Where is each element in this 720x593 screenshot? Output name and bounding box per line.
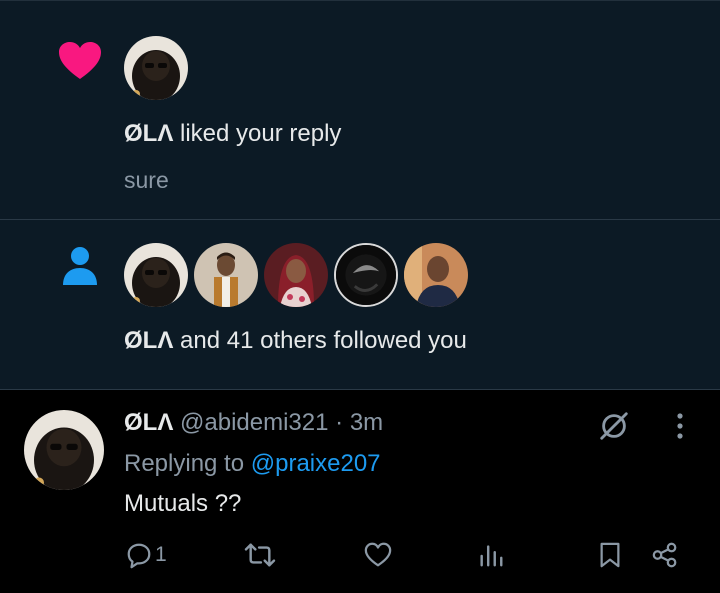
like-notification[interactable]: ØLΛ liked your reply sure: [0, 0, 720, 219]
replying-to-label: Replying to: [124, 450, 245, 477]
replying-to-handle[interactable]: @praixe207: [251, 450, 381, 477]
like-action-text: liked your reply: [180, 120, 342, 147]
reply-icon[interactable]: [124, 540, 154, 570]
tweet-display-name[interactable]: ØLΛ: [124, 409, 173, 436]
follower-avatar-5[interactable]: [404, 243, 468, 307]
tweet-handle[interactable]: @abidemi321: [180, 409, 328, 436]
follow-action-text: and 41 others followed you: [180, 327, 467, 354]
follow-notification-text: ØLΛ and 41 others followed you: [124, 326, 467, 356]
follower-avatar-4[interactable]: [334, 243, 398, 307]
replying-to: Replying to @praixe207: [124, 449, 381, 479]
tweet-separator: ·: [335, 409, 344, 436]
more-options-icon[interactable]: [668, 410, 692, 442]
retweet-icon[interactable]: [243, 540, 277, 570]
like-actor-name[interactable]: ØLΛ: [124, 120, 173, 147]
views-icon[interactable]: [476, 540, 506, 570]
avatar-ola[interactable]: [124, 36, 188, 100]
tweet-time[interactable]: 3m: [350, 409, 383, 436]
tweet-author-avatar[interactable]: [24, 410, 104, 490]
follower-avatar-1[interactable]: [124, 243, 188, 307]
like-notification-text: ØLΛ liked your reply: [124, 119, 341, 149]
follower-avatar-3[interactable]: [264, 243, 328, 307]
bookmark-icon[interactable]: [596, 540, 624, 570]
heart-icon: [58, 41, 102, 81]
person-icon: [60, 245, 100, 287]
grok-icon[interactable]: [596, 408, 632, 444]
reply-count: 1: [155, 543, 167, 566]
follow-actor-name[interactable]: ØLΛ: [124, 327, 173, 354]
tweet-text: Mutuals ??: [124, 490, 242, 517]
follower-avatar-2[interactable]: [194, 243, 258, 307]
tweet[interactable]: ØLΛ @abidemi321 · 3m Replying to @praixe…: [0, 390, 720, 593]
like-icon[interactable]: [363, 540, 393, 570]
share-icon[interactable]: [650, 540, 680, 570]
liked-reply-snippet: sure: [124, 167, 169, 193]
tweet-header: ØLΛ @abidemi321 · 3m: [124, 408, 383, 438]
